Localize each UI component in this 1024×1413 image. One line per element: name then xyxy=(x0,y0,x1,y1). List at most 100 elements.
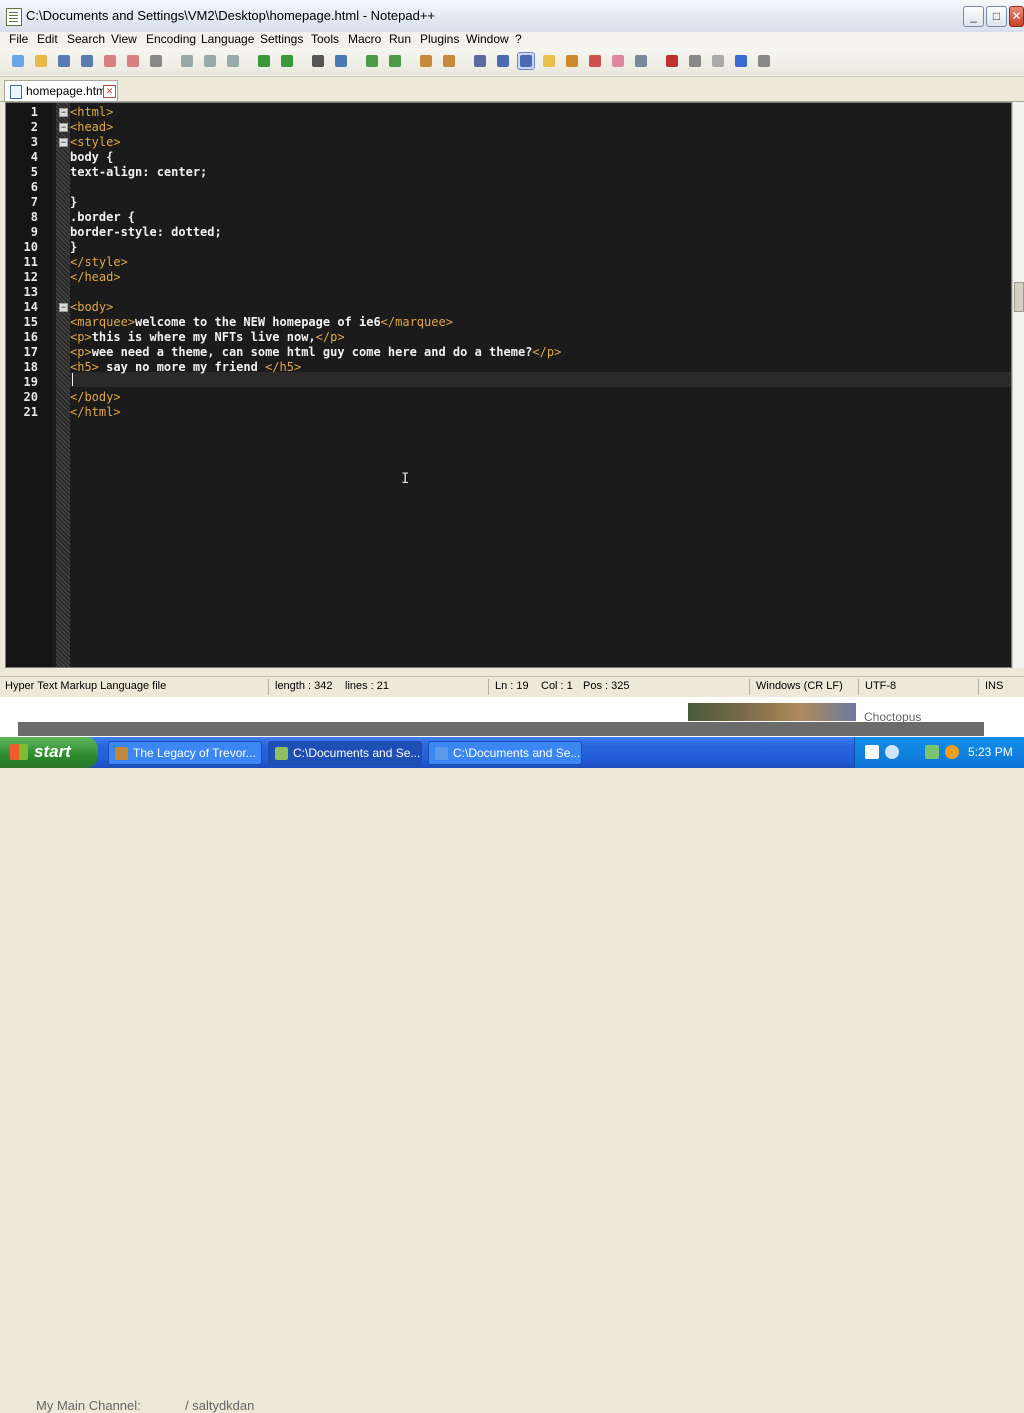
line-number: 1 xyxy=(30,105,38,119)
function-list-icon-glyph xyxy=(589,55,601,67)
save-all-icon[interactable] xyxy=(79,53,95,69)
line-number: 4 xyxy=(30,150,38,164)
close-icon[interactable] xyxy=(102,53,118,69)
user-lang-icon[interactable] xyxy=(541,53,557,69)
fold-toggle-icon[interactable]: − xyxy=(59,108,68,117)
line-number: 6 xyxy=(30,180,38,194)
menu-help[interactable]: ? xyxy=(515,32,522,47)
menu-run[interactable]: Run xyxy=(389,32,411,47)
maximize-button[interactable]: □ xyxy=(986,6,1007,27)
code-line[interactable]: <marquee>welcome to the NEW homepage of … xyxy=(70,315,1011,330)
taskbar-item-browser[interactable]: The Legacy of Trevor... xyxy=(108,741,262,765)
code-line[interactable]: </html> xyxy=(70,405,1011,420)
code-line[interactable]: </style> xyxy=(70,255,1011,270)
undo-icon[interactable] xyxy=(256,53,272,69)
search-icon[interactable] xyxy=(945,745,959,759)
menu-plugins[interactable]: Plugins xyxy=(420,32,459,47)
background-handle-text: / saltydkdan xyxy=(185,1398,255,1413)
word-wrap-icon[interactable] xyxy=(472,53,488,69)
menu-view[interactable]: View xyxy=(111,32,137,47)
menu-macro[interactable]: Macro xyxy=(348,32,381,47)
sync-horizontal-icon[interactable] xyxy=(441,53,457,69)
text-token: text-align: center; xyxy=(70,165,208,179)
menu-edit[interactable]: Edit xyxy=(37,32,58,47)
print-icon[interactable] xyxy=(148,53,164,69)
open-file-icon-glyph xyxy=(35,55,47,67)
show-all-chars-icon-glyph xyxy=(497,55,509,67)
menu-settings[interactable]: Settings xyxy=(260,32,303,47)
code-line[interactable]: <html> xyxy=(70,105,1011,120)
code-line[interactable]: border-style: dotted; xyxy=(70,225,1011,240)
redo-icon[interactable] xyxy=(279,53,295,69)
code-line[interactable]: </body> xyxy=(70,390,1011,405)
menu-language[interactable]: Language xyxy=(201,32,254,47)
find-icon[interactable] xyxy=(310,53,326,69)
fold-toggle-icon[interactable]: − xyxy=(59,123,68,132)
minimize-button[interactable]: _ xyxy=(963,6,984,27)
function-list-icon[interactable] xyxy=(587,53,603,69)
code-line[interactable] xyxy=(70,285,1011,300)
doc-map-icon-glyph xyxy=(566,55,578,67)
fold-toggle-icon[interactable]: − xyxy=(59,303,68,312)
record-macro-icon[interactable] xyxy=(664,53,680,69)
code-line[interactable] xyxy=(70,375,1011,390)
stop-macro-icon[interactable] xyxy=(687,53,703,69)
new-file-icon[interactable] xyxy=(10,53,26,69)
code-line[interactable]: <h5> say no more my friend </h5> xyxy=(70,360,1011,375)
security-icon[interactable] xyxy=(925,745,939,759)
menu-file[interactable]: File xyxy=(9,32,28,47)
folder-workspace-icon[interactable] xyxy=(610,53,626,69)
paste-icon[interactable] xyxy=(225,53,241,69)
save-icon[interactable] xyxy=(56,53,72,69)
open-file-icon[interactable] xyxy=(33,53,49,69)
close-tab-icon[interactable]: ✕ xyxy=(103,85,116,98)
record-macro-icon-glyph xyxy=(666,55,678,67)
help-icon[interactable] xyxy=(865,745,879,759)
vertical-scrollbar[interactable] xyxy=(1012,102,1024,668)
replace-icon[interactable] xyxy=(333,53,349,69)
fold-margin[interactable] xyxy=(56,103,70,667)
menu-search[interactable]: Search xyxy=(67,32,105,47)
code-line[interactable] xyxy=(70,180,1011,195)
code-line[interactable]: .border { xyxy=(70,210,1011,225)
show-all-chars-icon[interactable] xyxy=(495,53,511,69)
sync-vertical-icon[interactable] xyxy=(418,53,434,69)
close-window-button[interactable]: ✕ xyxy=(1009,6,1024,27)
code-line[interactable]: <p>this is where my NFTs live now,</p> xyxy=(70,330,1011,345)
code-line[interactable]: } xyxy=(70,240,1011,255)
copy-icon[interactable] xyxy=(202,53,218,69)
monitor-icon[interactable] xyxy=(633,53,649,69)
code-line[interactable]: <style> xyxy=(70,135,1011,150)
zoom-in-icon[interactable] xyxy=(364,53,380,69)
scrollbar-thumb[interactable] xyxy=(1014,282,1024,312)
menu-encoding[interactable]: Encoding xyxy=(146,32,196,47)
code-line[interactable]: <body> xyxy=(70,300,1011,315)
fold-toggle-icon[interactable]: − xyxy=(59,138,68,147)
network-icon[interactable] xyxy=(885,745,899,759)
background-channel-text: My Main Channel: xyxy=(36,1398,141,1413)
menu-window[interactable]: Window xyxy=(466,32,509,47)
taskbar-item-notepad[interactable]: C:\Documents and Se... xyxy=(268,741,422,765)
code-area[interactable]: <html> <head> <style> body {text-align: cen… xyxy=(70,103,1011,667)
code-line[interactable]: <head> xyxy=(70,120,1011,135)
sync-horizontal-icon-glyph xyxy=(443,55,455,67)
system-tray: 5:23 PM xyxy=(854,737,1024,768)
taskbar-item-explorer[interactable]: C:\Documents and Se... xyxy=(428,741,582,765)
menu-tools[interactable]: Tools xyxy=(311,32,339,47)
code-line[interactable]: body { xyxy=(70,150,1011,165)
code-line[interactable]: <p>wee need a theme, can some html guy c… xyxy=(70,345,1011,360)
code-line[interactable]: text-align: center; xyxy=(70,165,1011,180)
cut-icon[interactable] xyxy=(179,53,195,69)
play-macro-icon[interactable] xyxy=(710,53,726,69)
close-all-icon[interactable] xyxy=(125,53,141,69)
start-button[interactable]: start xyxy=(0,737,98,768)
save-macro-icon[interactable] xyxy=(756,53,772,69)
code-line[interactable]: </head> xyxy=(70,270,1011,285)
tab-homepage[interactable]: homepage.html ✕ xyxy=(4,80,118,101)
zoom-out-icon[interactable] xyxy=(387,53,403,69)
code-editor[interactable]: 1 2 3 4 5 6 7 8 9 10 11 12 13 14 15 16 17 18 19 20 21 <html>… xyxy=(5,102,1012,668)
code-line[interactable]: } xyxy=(70,195,1011,210)
doc-map-icon[interactable] xyxy=(564,53,580,69)
indent-guide-icon[interactable] xyxy=(517,52,535,70)
run-macro-multiple-icon[interactable] xyxy=(733,53,749,69)
